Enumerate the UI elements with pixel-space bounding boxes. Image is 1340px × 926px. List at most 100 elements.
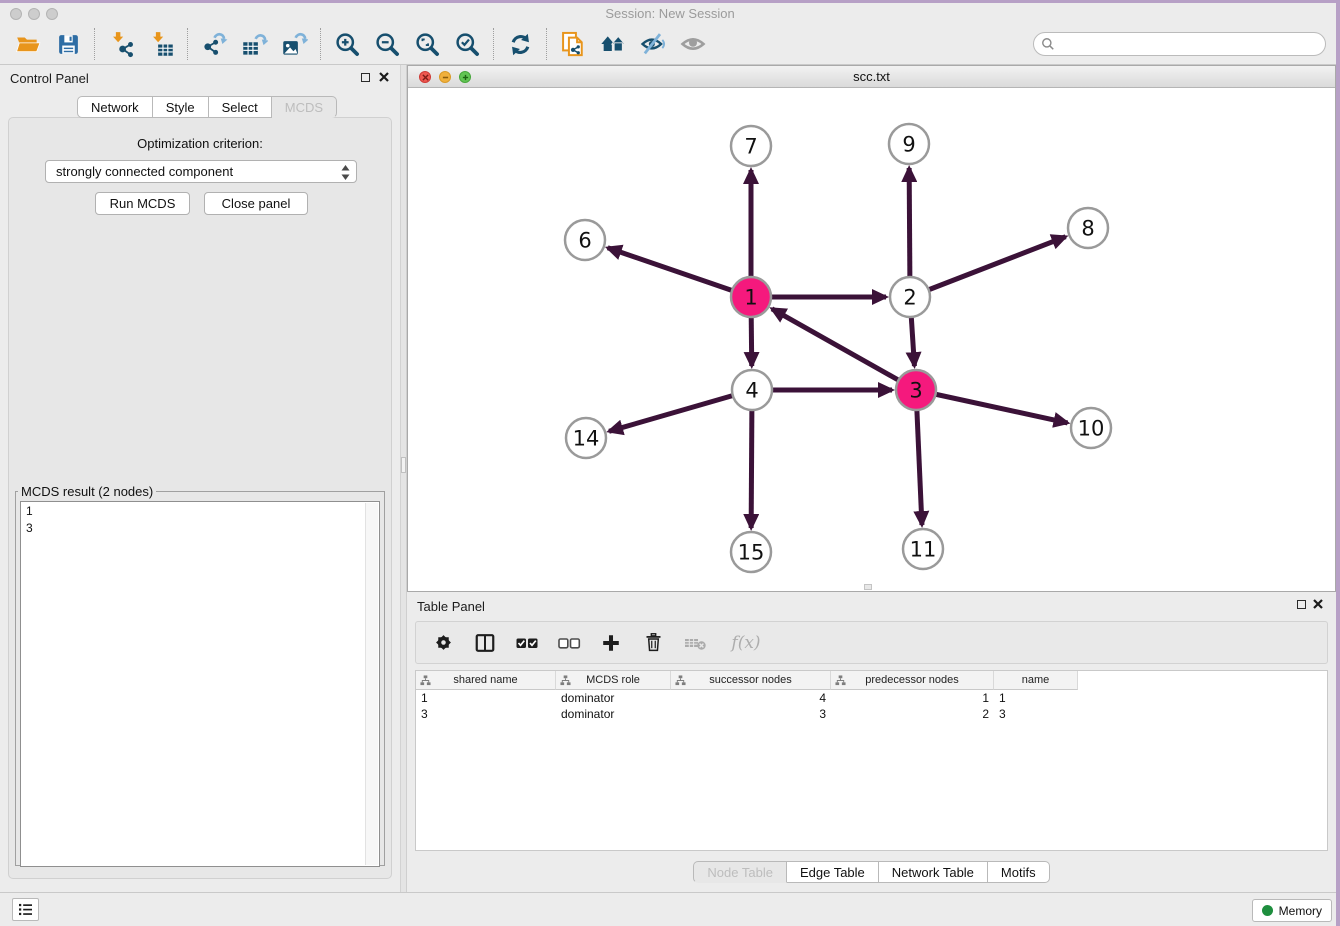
zoom-fit-button[interactable]	[407, 26, 447, 62]
graph-edge-4-14[interactable]	[609, 390, 752, 431]
graph-node-label: 15	[738, 541, 765, 565]
graph-edge-2-8[interactable]	[910, 237, 1066, 297]
window-edge	[1336, 0, 1340, 926]
splitter-grip[interactable]	[864, 584, 872, 590]
panel-splitter[interactable]	[400, 65, 407, 892]
node-table-rows: 1dominator4113dominator323	[416, 690, 1078, 722]
delete-table-icon	[683, 631, 707, 655]
split-view-button[interactable]	[472, 630, 498, 656]
network-graph[interactable]: 1234678910111415	[408, 88, 1335, 591]
tab-style[interactable]: Style	[153, 96, 209, 118]
toolbar-separator	[320, 28, 321, 60]
function-builder-button[interactable]: f(x)	[724, 630, 768, 656]
float-panel-icon[interactable]	[361, 73, 370, 82]
zoom-selected-button[interactable]	[447, 26, 487, 62]
node-table-body: 1dominator4113dominator323	[416, 690, 1078, 722]
memory-status-icon	[1262, 905, 1273, 916]
tab-motifs[interactable]: Motifs	[988, 861, 1050, 883]
selected-option: strongly connected component	[56, 164, 233, 179]
table-settings-button[interactable]	[430, 630, 456, 656]
zoom-fit-icon	[414, 31, 441, 58]
copy-style-button[interactable]	[553, 26, 593, 62]
zoom-out-icon	[374, 31, 401, 58]
optimization-criterion-select[interactable]: strongly connected component	[45, 160, 357, 183]
mcds-result-textarea[interactable]: 1 3	[20, 501, 380, 867]
tab-network[interactable]: Network	[77, 96, 153, 118]
open-session-button[interactable]	[8, 26, 48, 62]
network-view-window: scc.txt 1234678910111415	[407, 65, 1336, 592]
close-panel-icon[interactable]	[1312, 598, 1324, 610]
export-image-icon	[281, 31, 308, 58]
search-input[interactable]	[1033, 32, 1326, 56]
zoom-in-icon	[334, 31, 361, 58]
graph-node-label: 11	[910, 538, 937, 562]
hide-selected-button[interactable]	[633, 26, 673, 62]
refresh-icon	[507, 31, 534, 58]
result-scrollbar[interactable]	[365, 503, 378, 865]
float-panel-icon[interactable]	[1297, 600, 1306, 609]
close-panel-button[interactable]: Close panel	[204, 192, 308, 215]
graph-edge-3-10[interactable]	[916, 390, 1068, 423]
copy-style-icon	[559, 30, 587, 58]
export-table-icon	[241, 31, 268, 58]
column-header-name[interactable]: name	[994, 671, 1078, 690]
zoom-in-button[interactable]	[327, 26, 367, 62]
tab-edge-table[interactable]: Edge Table	[787, 861, 879, 883]
app-title: Session: New Session	[0, 6, 1340, 21]
delete-table-button[interactable]	[682, 630, 708, 656]
splitter-grip[interactable]	[401, 457, 406, 473]
graph-edge-1-6[interactable]	[608, 248, 751, 297]
zoom-out-button[interactable]	[367, 26, 407, 62]
show-all-button[interactable]	[673, 26, 713, 62]
eye-icon	[679, 30, 707, 58]
graph-node-label: 2	[903, 286, 916, 310]
deselect-all-button[interactable]	[556, 630, 582, 656]
graph-node-label: 9	[902, 133, 915, 157]
select-all-button[interactable]	[514, 630, 540, 656]
status-bar: Memory	[0, 892, 1340, 926]
tab-node-table[interactable]: Node Table	[693, 861, 787, 883]
export-image-button[interactable]	[274, 26, 314, 62]
gear-icon	[433, 632, 454, 653]
graph-node-label: 7	[744, 135, 757, 159]
toolbar-separator	[493, 28, 494, 60]
run-mcds-button[interactable]: Run MCDS	[95, 192, 190, 215]
add-row-button[interactable]	[598, 630, 624, 656]
export-table-button[interactable]	[234, 26, 274, 62]
control-panel-title: Control Panel	[10, 71, 89, 86]
mcds-result-group: MCDS result (2 nodes) 1 3	[15, 484, 385, 866]
delete-row-button[interactable]	[640, 630, 666, 656]
column-header-predecessor-nodes[interactable]: predecessor nodes	[831, 671, 994, 690]
first-neighbors-button[interactable]	[593, 26, 633, 62]
edge-layer	[608, 168, 1068, 528]
close-panel-icon[interactable]	[378, 71, 390, 83]
unchecked-boxes-icon	[557, 631, 581, 655]
refresh-button[interactable]	[500, 26, 540, 62]
graph-node-label: 14	[573, 427, 600, 451]
table-row[interactable]: 3dominator323	[416, 706, 1078, 722]
import-network-button[interactable]	[101, 26, 141, 62]
checked-boxes-icon	[515, 631, 539, 655]
column-header-mcds-role[interactable]: MCDS role	[556, 671, 671, 690]
table-panel: Table Panel f(x) shared name MC	[407, 592, 1336, 892]
tab-select[interactable]: Select	[209, 96, 272, 118]
task-history-button[interactable]	[12, 898, 39, 921]
graph-edge-3-1[interactable]	[772, 309, 916, 390]
mcds-result-title: MCDS result (2 nodes)	[18, 484, 156, 499]
graph-node-label: 3	[909, 379, 922, 403]
node-table-header: shared name MCDS role successor nodes pr…	[416, 671, 1327, 690]
save-session-button[interactable]	[48, 26, 88, 62]
tab-network-table[interactable]: Network Table	[879, 861, 988, 883]
export-network-button[interactable]	[194, 26, 234, 62]
memory-button[interactable]: Memory	[1252, 899, 1332, 922]
list-icon	[18, 903, 33, 916]
column-header-shared-name[interactable]: shared name	[416, 671, 556, 690]
export-network-icon	[201, 31, 228, 58]
table-row[interactable]: 1dominator411	[416, 690, 1078, 706]
network-window-titlebar[interactable]: scc.txt	[408, 66, 1335, 88]
table-panel-title: Table Panel	[417, 599, 485, 614]
import-table-button[interactable]	[141, 26, 181, 62]
column-header-successor-nodes[interactable]: successor nodes	[671, 671, 831, 690]
app-titlebar: Session: New Session	[0, 3, 1340, 24]
tab-mcds[interactable]: MCDS	[272, 96, 337, 118]
